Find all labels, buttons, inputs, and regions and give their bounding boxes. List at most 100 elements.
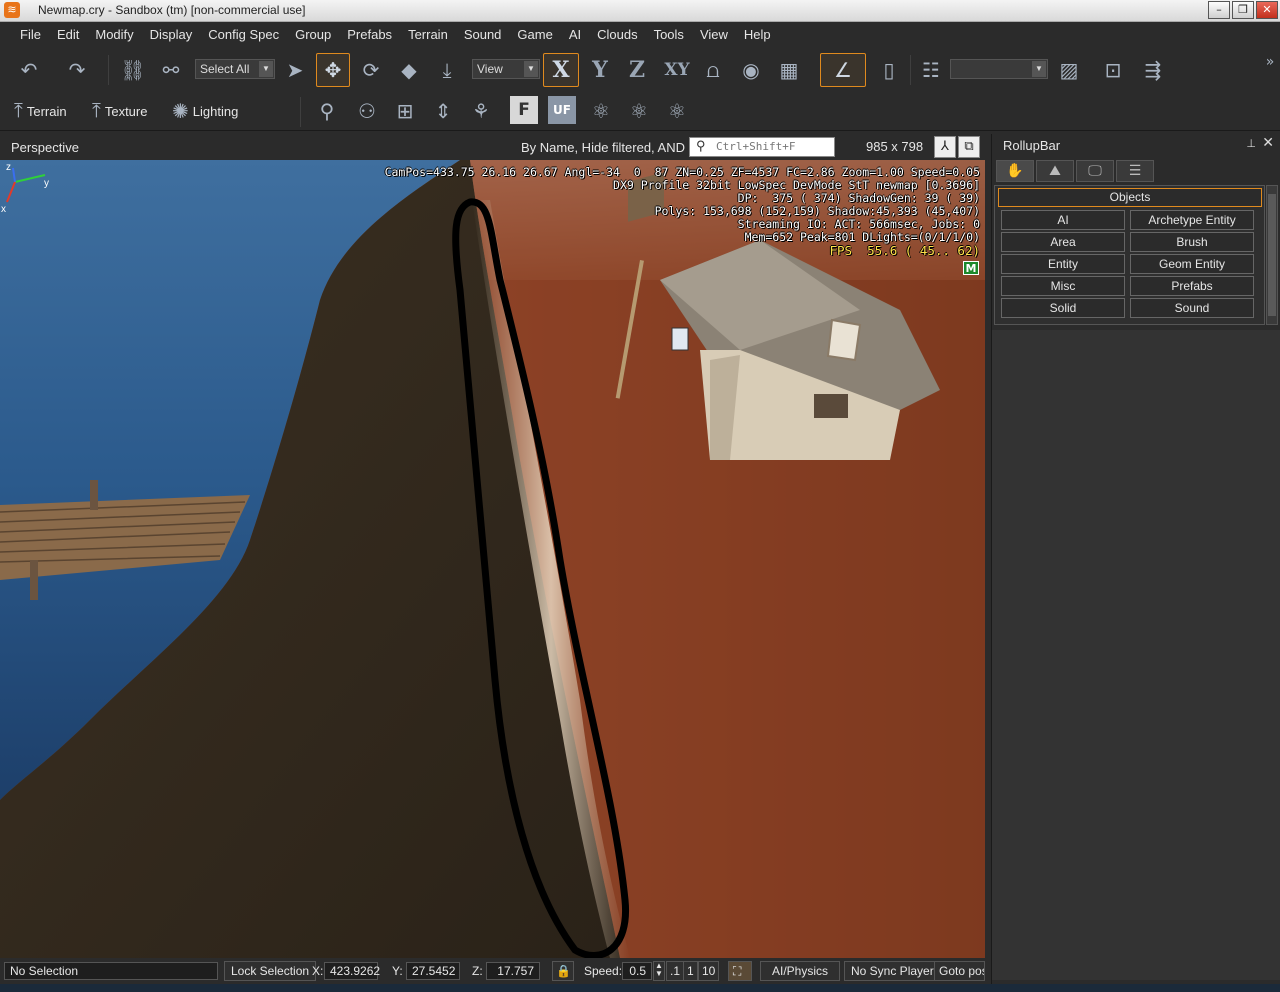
rollup-scrollbar[interactable] [1266, 185, 1278, 325]
speed-10-button[interactable]: 10 [698, 961, 720, 981]
layer-hide-icon[interactable]: ▨ [1054, 55, 1084, 85]
menu-view[interactable]: View [692, 27, 736, 42]
terrain-button[interactable]: ⤒ Terrain [14, 96, 67, 126]
pin-icon[interactable]: ⊥ [1246, 137, 1256, 150]
ai-point-icon[interactable]: ⚲ [312, 96, 342, 126]
object-entity-button[interactable]: Entity [1001, 254, 1125, 274]
snap-to-terrain-icon[interactable]: ⩍ [698, 55, 728, 85]
axis-z-button[interactable]: Z [622, 55, 652, 85]
minimize-button[interactable]: – [1208, 1, 1230, 19]
object-area-button[interactable]: Area [1001, 232, 1125, 252]
prefab-icon[interactable]: ⊞ [390, 96, 420, 126]
object-sound-button[interactable]: Sound [1130, 298, 1254, 318]
goto-position-button[interactable]: Goto pos [934, 961, 985, 981]
texture-icon: ⤒ [92, 99, 101, 122]
object-geom-entity-button[interactable]: Geom Entity [1130, 254, 1254, 274]
lock-icon[interactable]: 🔒 [552, 961, 574, 981]
menu-config-spec[interactable]: Config Spec [200, 27, 287, 42]
speed-spinner[interactable]: ▲ ▼ [653, 961, 665, 981]
viewport-option-icon[interactable]: ⅄ [934, 136, 956, 158]
unlink-icon[interactable]: ⚯ [156, 55, 186, 85]
ruler-icon[interactable]: ▯ [874, 55, 904, 85]
menu-sound[interactable]: Sound [456, 27, 510, 42]
menu-modify[interactable]: Modify [87, 27, 141, 42]
menu-prefabs[interactable]: Prefabs [339, 27, 400, 42]
terrain-collision-icon[interactable]: ⛶ [728, 961, 752, 981]
rollup-close-icon[interactable]: ✕ [1262, 135, 1274, 151]
tab-layers-icon[interactable]: ☰ [1116, 160, 1154, 182]
x-coord-field[interactable]: 423.9262 [324, 962, 380, 980]
speed-1-button[interactable]: 1 [683, 961, 698, 981]
menu-group[interactable]: Group [287, 27, 339, 42]
menu-display[interactable]: Display [142, 27, 201, 42]
menu-clouds[interactable]: Clouds [589, 27, 645, 42]
object-solid-button[interactable]: Solid [1001, 298, 1125, 318]
atom-icon[interactable]: ⚛ [586, 96, 616, 126]
viewport-search-input[interactable]: ⚲ Ctrl+Shift+F [689, 137, 835, 157]
viewport-title[interactable]: Perspective [11, 140, 79, 155]
objects-section-header[interactable]: Objects [998, 188, 1262, 207]
close-button[interactable]: ✕ [1256, 1, 1278, 19]
sync-player-button[interactable]: No Sync Player [844, 961, 941, 981]
scrollbar-thumb[interactable] [1268, 194, 1276, 316]
viewport-filter-text: By Name, Hide filtered, AND [521, 140, 686, 155]
grid-icon[interactable]: ▦ [774, 55, 804, 85]
uf-button[interactable]: UF [548, 96, 576, 124]
lighting-button[interactable]: ✺ Lighting [172, 96, 238, 126]
tab-terrain-icon[interactable]: ⛰ [1036, 160, 1074, 182]
x-coord-label: X: [312, 964, 324, 978]
camera-icon[interactable]: ◉ [736, 55, 766, 85]
select-arrow-icon[interactable]: ➤ [280, 55, 310, 85]
physics-icon[interactable]: ⇶ [1138, 55, 1168, 85]
menu-file[interactable]: File [12, 27, 49, 42]
rotate-tool-icon[interactable]: ⟳ [356, 55, 386, 85]
move-tool-icon[interactable]: ✥ [316, 53, 350, 87]
snap-terrain-icon[interactable]: ⤓ [432, 55, 462, 85]
export-icon[interactable]: ⊡ [1098, 55, 1128, 85]
angle-snap-icon[interactable]: ∠ [820, 53, 866, 87]
menu-edit[interactable]: Edit [49, 27, 87, 42]
view-combo[interactable]: View ▼ [472, 59, 540, 79]
object-archetype-entity-button[interactable]: Archetype Entity [1130, 210, 1254, 230]
speed-field[interactable]: 0.5 [622, 962, 652, 980]
object-prefabs-button[interactable]: Prefabs [1130, 276, 1254, 296]
lock-selection-button[interactable]: Lock Selection [224, 961, 317, 981]
y-coord-field[interactable]: 27.5452 [406, 962, 460, 980]
atom-reset-icon[interactable]: ⚛ [624, 96, 654, 126]
maximize-button[interactable]: ❐ [1232, 1, 1254, 19]
z-coord-field[interactable]: 17.757 [486, 962, 540, 980]
layer-combo[interactable]: ▼ [950, 59, 1048, 79]
scale-tool-icon[interactable]: ◆ [394, 55, 424, 85]
menu-terrain[interactable]: Terrain [400, 27, 456, 42]
menu-game[interactable]: Game [509, 27, 560, 42]
object-brush-button[interactable]: Brush [1130, 232, 1254, 252]
undo-icon[interactable]: ↶ [14, 55, 44, 85]
perspective-viewport[interactable]: CamPos=433.75 26.16 26.67 Angl=-34 0 87 … [0, 160, 985, 958]
character-icon[interactable]: ⚘ [466, 96, 496, 126]
align-icon[interactable]: ⇕ [428, 96, 458, 126]
axis-xy-button[interactable]: XY [660, 55, 694, 85]
axis-y-button[interactable]: Y [585, 55, 615, 85]
select-combo[interactable]: Select All ▼ [195, 59, 275, 79]
object-misc-button[interactable]: Misc [1001, 276, 1125, 296]
texture-button[interactable]: ⤒ Texture [92, 96, 147, 126]
maximize-viewport-icon[interactable]: ⧉ [958, 136, 980, 158]
redo-icon[interactable]: ↷ [62, 55, 92, 85]
link-icon[interactable]: ⛓ [118, 55, 148, 85]
speed-0-1-button[interactable]: .1 [666, 961, 685, 981]
layer-edit-icon[interactable]: ☷ [916, 55, 946, 85]
menu-help[interactable]: Help [736, 27, 779, 42]
tag-point-icon[interactable]: ⚇ [352, 96, 382, 126]
toolbar-overflow-icon[interactable]: » [1262, 47, 1278, 77]
ai-physics-button[interactable]: AI/Physics [760, 961, 840, 981]
axis-x-button[interactable]: X [543, 53, 579, 87]
tab-display-icon[interactable]: 🖵 [1076, 160, 1114, 182]
axis-gizmo: y z x [1, 162, 49, 215]
atom-simulate-icon[interactable]: ⚛ [662, 96, 692, 126]
menu-tools[interactable]: Tools [646, 27, 692, 42]
menu-ai[interactable]: AI [561, 27, 589, 42]
f-button[interactable]: F [510, 96, 538, 124]
tab-objects-icon[interactable]: ✋ [996, 160, 1034, 182]
object-ai-button[interactable]: AI [1001, 210, 1125, 230]
lighting-label: Lighting [192, 103, 239, 119]
